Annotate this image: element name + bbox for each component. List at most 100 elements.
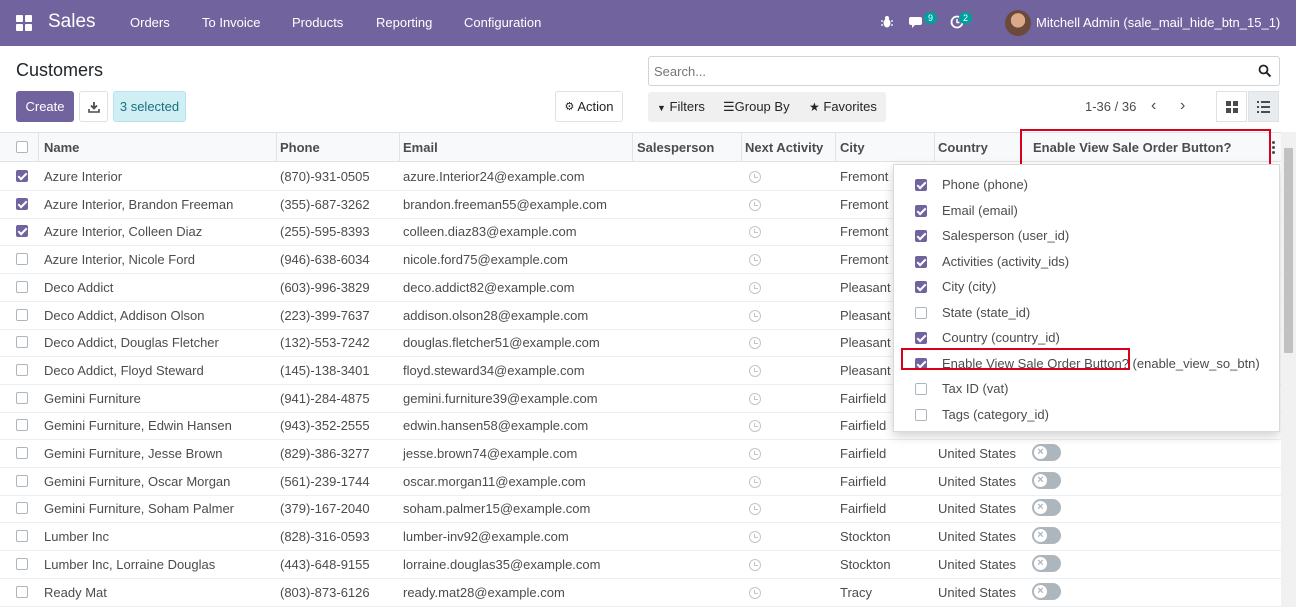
column-header-next-activity[interactable]: Next Activity [745, 140, 823, 155]
activity-clock-icon[interactable] [749, 420, 761, 433]
cell-name[interactable]: Azure Interior [44, 169, 122, 184]
optional-columns-toggle-icon[interactable] [1272, 141, 1275, 154]
activity-clock-icon[interactable] [749, 337, 761, 350]
optional-column-checkbox[interactable] [915, 179, 927, 191]
cell-phone[interactable]: (145)-138-3401 [280, 363, 370, 378]
row-checkbox[interactable] [16, 474, 28, 487]
cell-email[interactable]: colleen.diaz83@example.com [403, 224, 577, 239]
favorites-dropdown[interactable]: ★ Favorites [809, 99, 877, 114]
cell-phone[interactable]: (355)-687-3262 [280, 197, 370, 212]
cell-name[interactable]: Gemini Furniture, Oscar Morgan [44, 474, 230, 489]
cell-name[interactable]: Deco Addict, Floyd Steward [44, 363, 204, 378]
table-row[interactable]: Gemini Furniture, Soham Palmer (379)-167-… [0, 495, 1281, 524]
cell-phone[interactable]: (603)-996-3829 [280, 280, 370, 295]
cell-phone[interactable]: (941)-284-4875 [280, 391, 370, 406]
cell-city[interactable]: Fremont [840, 169, 888, 184]
cell-country[interactable]: United States [938, 557, 1016, 572]
cell-email[interactable]: addison.olson28@example.com [403, 308, 588, 323]
row-checkbox[interactable] [16, 197, 28, 210]
cell-phone[interactable]: (870)-931-0505 [280, 169, 370, 184]
column-header-phone[interactable]: Phone [280, 140, 320, 155]
cell-city[interactable]: Fremont [840, 252, 888, 267]
cell-phone[interactable]: (943)-352-2555 [280, 418, 370, 433]
activity-clock-icon[interactable] [749, 364, 761, 377]
row-checkbox[interactable] [16, 391, 28, 404]
cell-phone[interactable]: (828)-316-0593 [280, 529, 370, 544]
cell-email[interactable]: lorraine.douglas35@example.com [403, 557, 600, 572]
optional-column-checkbox[interactable] [915, 332, 927, 344]
cell-email[interactable]: jesse.brown74@example.com [403, 446, 577, 461]
user-menu[interactable]: Mitchell Admin (sale_mail_hide_btn_15_1) [1036, 15, 1280, 30]
activity-clock-icon[interactable] [749, 448, 761, 460]
row-checkbox[interactable] [16, 225, 28, 238]
enable-view-so-toggle[interactable] [1032, 527, 1061, 545]
debug-bug-icon[interactable] [880, 15, 894, 29]
search-input[interactable] [654, 57, 1244, 85]
row-checkbox[interactable] [16, 557, 28, 570]
activity-clock-icon[interactable] [749, 531, 761, 544]
optional-column-label[interactable]: Tags (category_id) [942, 407, 1049, 422]
cell-name[interactable]: Gemini Furniture, Jesse Brown [44, 446, 222, 461]
activity-clock-icon[interactable] [749, 475, 761, 488]
row-checkbox[interactable] [16, 363, 28, 376]
cell-country[interactable]: United States [938, 585, 1016, 600]
select-all-checkbox[interactable] [16, 141, 28, 153]
cell-name[interactable]: Gemini Furniture [44, 391, 141, 406]
row-checkbox[interactable] [16, 502, 28, 515]
list-view-button[interactable] [1248, 91, 1279, 122]
optional-column-checkbox[interactable] [915, 204, 927, 217]
cell-phone[interactable]: (561)-239-1744 [280, 474, 370, 489]
row-checkbox[interactable] [16, 419, 28, 432]
cell-country[interactable]: United States [938, 501, 1016, 516]
enable-view-so-toggle[interactable] [1032, 499, 1061, 517]
optional-column-label[interactable]: Email (email) [942, 203, 1018, 218]
optional-column-checkbox[interactable] [915, 230, 927, 242]
pager-next-icon[interactable]: › [1180, 97, 1185, 115]
cell-city[interactable]: Pleasant [840, 308, 891, 323]
optional-column-checkbox[interactable] [915, 383, 927, 395]
cell-city[interactable]: Stockton [840, 529, 891, 544]
cell-name[interactable]: Gemini Furniture, Edwin Hansen [44, 418, 232, 433]
cell-email[interactable]: douglas.fletcher51@example.com [403, 335, 600, 350]
column-header-email[interactable]: Email [403, 140, 438, 155]
cell-email[interactable]: floyd.steward34@example.com [403, 363, 585, 378]
table-row[interactable]: Lumber Inc (828)-316-0593 lumber-inv92@exa… [0, 523, 1281, 552]
activity-clock-icon[interactable] [749, 254, 761, 267]
activity-clock-icon[interactable] [749, 198, 761, 211]
app-name[interactable]: Sales [48, 11, 96, 33]
column-header-name[interactable]: Name [44, 140, 79, 155]
cell-email[interactable]: gemini.furniture39@example.com [403, 391, 598, 406]
cell-phone[interactable]: (379)-167-2040 [280, 501, 370, 516]
cell-name[interactable]: Lumber Inc, Lorraine Douglas [44, 557, 215, 572]
cell-city[interactable]: Fairfield [840, 391, 886, 406]
cell-city[interactable]: Fairfield [840, 501, 886, 516]
optional-column-checkbox[interactable] [915, 306, 927, 319]
cell-name[interactable]: Gemini Furniture, Soham Palmer [44, 501, 234, 516]
optional-column-label[interactable]: City (city) [942, 279, 996, 294]
row-checkbox[interactable] [16, 253, 28, 266]
cell-city[interactable]: Stockton [840, 557, 891, 572]
cell-phone[interactable]: (803)-873-6126 [280, 585, 370, 600]
activity-clock-icon[interactable] [749, 586, 761, 599]
cell-email[interactable]: nicole.ford75@example.com [403, 252, 568, 267]
menu-products[interactable]: Products [292, 15, 343, 30]
menu-reporting[interactable]: Reporting [376, 15, 432, 30]
optional-column-checkbox[interactable] [915, 281, 927, 293]
enable-view-so-toggle[interactable] [1032, 444, 1061, 461]
activity-clock-icon[interactable] [749, 392, 761, 405]
cell-name[interactable]: Ready Mat [44, 585, 107, 600]
cell-name[interactable]: Deco Addict, Douglas Fletcher [44, 335, 219, 350]
activity-clock-icon[interactable] [749, 503, 761, 516]
search-icon[interactable] [1258, 64, 1272, 78]
cell-name[interactable]: Deco Addict [44, 280, 113, 295]
selected-count-badge[interactable]: 3 selected [113, 91, 186, 122]
download-button[interactable] [79, 91, 108, 122]
menu-configuration[interactable]: Configuration [464, 15, 541, 30]
filters-dropdown[interactable]: ▼ Filters [657, 99, 705, 114]
table-row[interactable]: Lumber Inc, Lorraine Douglas (443)-648-91… [0, 551, 1281, 579]
cell-phone[interactable]: (255)-595-8393 [280, 224, 370, 239]
cell-city[interactable]: Pleasant [840, 335, 891, 350]
row-checkbox[interactable] [16, 170, 28, 182]
cell-phone[interactable]: (946)-638-6034 [280, 252, 370, 267]
menu-orders[interactable]: Orders [130, 15, 170, 30]
